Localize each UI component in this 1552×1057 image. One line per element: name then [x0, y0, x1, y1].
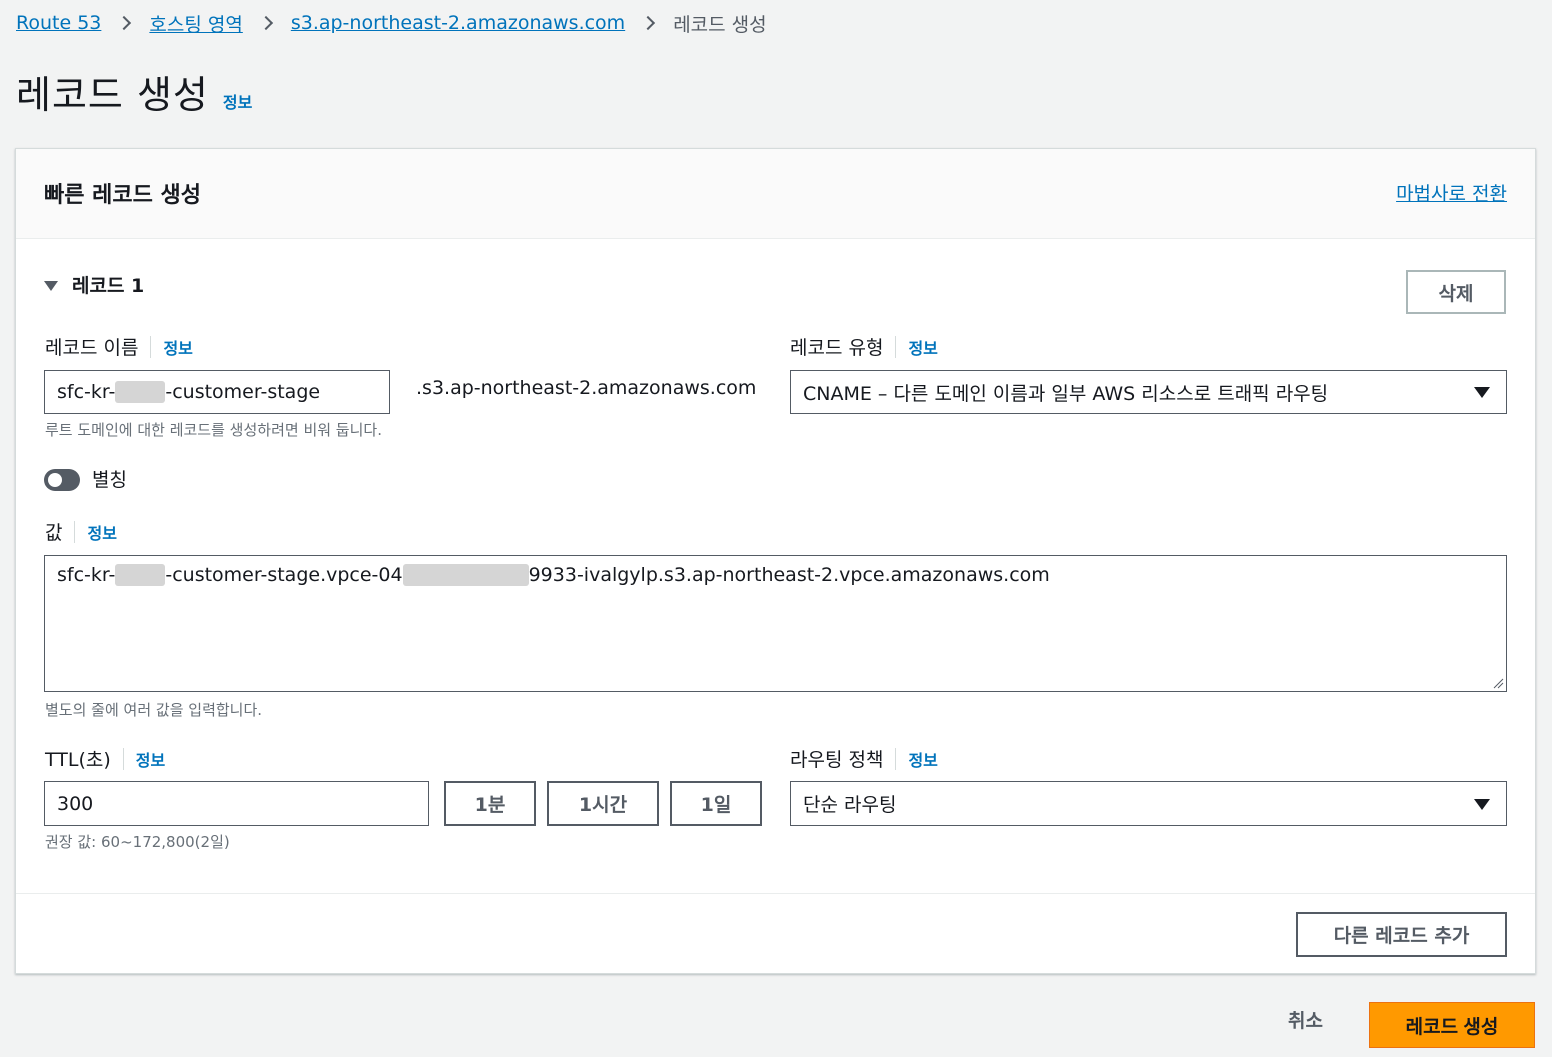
panel-header: 빠른 레코드 생성 마법사로 전환: [16, 149, 1535, 239]
record-name-input[interactable]: sfc-kr- -customer-stage: [44, 370, 390, 414]
record-type-label-group: 레코드 유형 정보: [790, 333, 938, 360]
record-name-prefix: sfc-kr-: [57, 381, 116, 403]
domain-suffix: .s3.ap-northeast-2.amazonaws.com: [416, 377, 757, 399]
ttl-info-link[interactable]: 정보: [136, 747, 165, 771]
ttl-input[interactable]: 300: [44, 781, 429, 826]
ttl-hint: 권장 값: 60~172,800(2일): [45, 833, 230, 851]
label-divider: [895, 747, 897, 770]
record-section-title: 레코드 1: [72, 275, 145, 297]
record-type-selected: CNAME – 다른 도메인 이름과 일부 AWS 리소스로 트래픽 라우팅: [803, 382, 1329, 405]
breadcrumb-current: 레코드 생성: [673, 13, 767, 36]
breadcrumb: Route 53 호스팅 영역 s3.ap-northeast-2.amazon…: [16, 8, 767, 38]
value-label-group: 값 정보: [45, 518, 117, 545]
routing-policy-info-link[interactable]: 정보: [908, 747, 937, 771]
value-textarea[interactable]: sfc-kr- -customer-stage.vpce-04 9933-ivalg…: [44, 555, 1507, 692]
quick-create-panel: 빠른 레코드 생성 마법사로 전환 레코드 1 삭제 레코드 이름 정보 sfc…: [15, 148, 1536, 974]
label-divider: [74, 520, 76, 543]
panel-divider: [16, 893, 1535, 894]
label-divider: [150, 335, 152, 358]
page-info-link[interactable]: 정보: [223, 89, 252, 113]
create-records-button[interactable]: 레코드 생성: [1369, 1002, 1535, 1048]
value-hint: 별도의 줄에 여러 값을 입력합니다.: [45, 701, 263, 719]
cancel-button[interactable]: 취소: [1288, 1006, 1323, 1033]
caret-down-icon: [1474, 387, 1490, 398]
ttl-label: TTL(초): [45, 749, 111, 771]
alias-toggle[interactable]: [44, 469, 80, 491]
record-type-label: 레코드 유형: [790, 337, 884, 359]
value-label: 값: [45, 522, 63, 544]
switch-to-wizard-link[interactable]: 마법사로 전환: [1396, 179, 1507, 206]
record-name-label: 레코드 이름: [45, 337, 139, 359]
ttl-1day-button[interactable]: 1일: [670, 781, 762, 826]
breadcrumb-route53[interactable]: Route 53: [16, 12, 101, 34]
routing-policy-selected: 단순 라우팅: [803, 794, 897, 816]
panel-title: 빠른 레코드 생성: [44, 183, 201, 208]
label-divider: [895, 335, 897, 358]
caret-down-icon: [44, 280, 58, 291]
record-name-label-group: 레코드 이름 정보: [45, 333, 193, 360]
record-name-info-link[interactable]: 정보: [163, 335, 192, 359]
value-info-link[interactable]: 정보: [87, 520, 116, 544]
record-type-info-link[interactable]: 정보: [908, 335, 937, 359]
routing-policy-label-group: 라우팅 정책 정보: [790, 745, 938, 772]
resize-handle-icon[interactable]: [1492, 677, 1504, 689]
caret-down-icon: [1474, 798, 1490, 810]
breadcrumb-hosted-zone[interactable]: s3.ap-northeast-2.amazonaws.com: [291, 12, 625, 34]
record-name-hint: 루트 도메인에 대한 레코드를 생성하려면 비워 둡니다.: [45, 421, 382, 439]
redacted-mask: [115, 564, 166, 586]
routing-policy-label: 라우팅 정책: [790, 749, 884, 771]
alias-label: 별칭: [92, 469, 127, 491]
breadcrumb-hosted-zones[interactable]: 호스팅 영역: [149, 10, 242, 37]
ttl-label-group: TTL(초) 정보: [45, 745, 165, 772]
routing-policy-select[interactable]: 단순 라우팅: [790, 781, 1507, 826]
label-divider: [122, 747, 124, 770]
ttl-1min-button[interactable]: 1분: [444, 781, 536, 826]
chevron-right-icon: [641, 15, 656, 31]
ttl-value: 300: [57, 792, 94, 815]
value-part2: -customer-stage.vpce-04: [165, 564, 403, 586]
record-section-toggle[interactable]: 레코드 1: [44, 271, 144, 298]
ttl-1hour-button[interactable]: 1시간: [547, 781, 659, 826]
value-part3: 9933-ivalgylp.s3.ap-northeast-2.vpce.ama…: [528, 564, 1050, 586]
delete-button[interactable]: 삭제: [1406, 270, 1506, 314]
record-name-suffix: -customer-stage: [165, 381, 321, 403]
add-another-record-button[interactable]: 다른 레코드 추가: [1296, 912, 1507, 957]
record-type-select[interactable]: CNAME – 다른 도메인 이름과 일부 AWS 리소스로 트래픽 라우팅: [790, 370, 1507, 414]
value-part1: sfc-kr-: [57, 564, 116, 586]
redacted-mask: [402, 564, 529, 586]
chevron-right-icon: [258, 15, 273, 31]
redacted-mask: [115, 381, 166, 403]
chevron-right-icon: [117, 15, 132, 31]
page-title: 레코드 생성: [16, 73, 209, 117]
page-header: 레코드 생성 정보: [16, 64, 252, 119]
